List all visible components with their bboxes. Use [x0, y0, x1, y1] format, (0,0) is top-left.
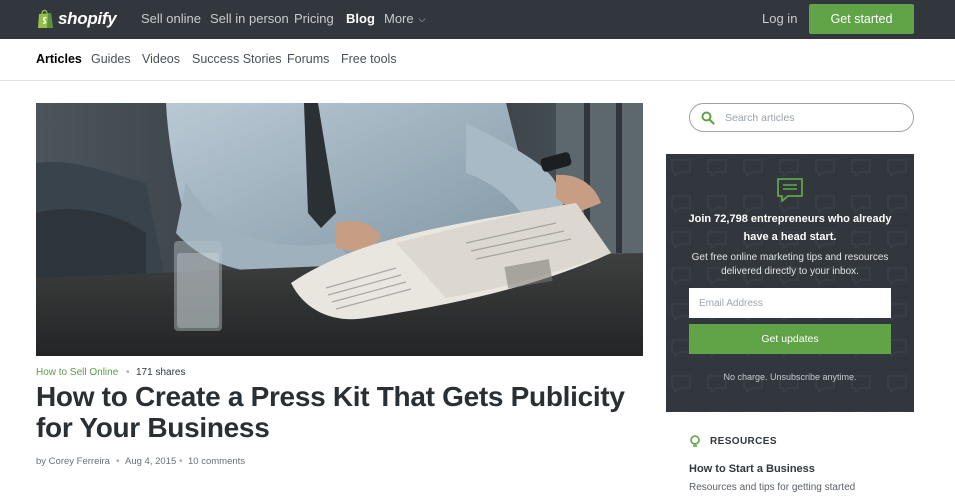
newsletter-signup-box: Join 72,798 entrepreneurs who already ha… [666, 154, 914, 412]
get-updates-button[interactable]: Get updates [689, 324, 891, 354]
lightbulb-icon [690, 435, 700, 447]
subnav-free-tools[interactable]: Free tools [341, 52, 397, 66]
article-shares-count: 171 shares [136, 367, 186, 378]
separator-dot: • [126, 367, 130, 378]
subnav-success-stories[interactable]: Success Stories [192, 52, 282, 66]
shopping-bag-icon [38, 9, 53, 28]
separator-dot: • [179, 456, 183, 467]
top-navbar: shopify Sell online Sell in person Prici… [0, 0, 955, 39]
shopify-logo[interactable]: shopify [37, 7, 117, 31]
nav-more[interactable]: More ⌵ [384, 11, 425, 26]
resources-heading: RESOURCES [710, 436, 777, 447]
resource-description: Resources and tips for getting started [689, 482, 856, 493]
nav-sell-in-person[interactable]: Sell in person [210, 11, 289, 26]
email-field[interactable] [689, 288, 891, 318]
subnav-guides[interactable]: Guides [91, 52, 131, 66]
article-category-link[interactable]: How to Sell Online [36, 367, 118, 378]
article-date: Aug 4, 2015 [125, 456, 177, 467]
subnav-forums[interactable]: Forums [287, 52, 329, 66]
search-input[interactable] [725, 110, 905, 126]
resource-link[interactable]: How to Start a Business [689, 463, 815, 475]
blog-subnav: Articles Guides Videos Success Stories F… [0, 39, 955, 81]
subnav-articles[interactable]: Articles [36, 52, 82, 66]
man-reading-newspaper-photo [36, 103, 643, 356]
nav-more-label: More [384, 11, 414, 26]
nav-sell-online[interactable]: Sell online [141, 11, 201, 26]
login-link[interactable]: Log in [762, 11, 797, 26]
article-title[interactable]: How to Create a Press Kit That Gets Publ… [36, 381, 646, 443]
article-comments-link[interactable]: 10 comments [188, 456, 245, 467]
article-hero-image[interactable] [36, 103, 643, 356]
logo-wordmark: shopify [58, 9, 117, 28]
newsletter-chat-icon [777, 178, 803, 202]
nav-blog[interactable]: Blog [346, 11, 375, 26]
newsletter-description: Get free online marketing tips and resou… [691, 252, 889, 277]
newsletter-disclaimer: No charge. Unsubscribe anytime. [723, 372, 857, 382]
article-author[interactable]: by Corey Ferreira [36, 456, 110, 467]
search-icon[interactable] [701, 111, 715, 125]
separator-dot: • [116, 456, 120, 467]
subnav-videos[interactable]: Videos [142, 52, 180, 66]
newsletter-heading: Join 72,798 entrepreneurs who already ha… [688, 213, 892, 243]
search-box[interactable] [689, 103, 914, 132]
get-started-button[interactable]: Get started [809, 4, 914, 34]
chevron-down-icon: ⌵ [418, 14, 426, 24]
nav-pricing[interactable]: Pricing [294, 11, 334, 26]
